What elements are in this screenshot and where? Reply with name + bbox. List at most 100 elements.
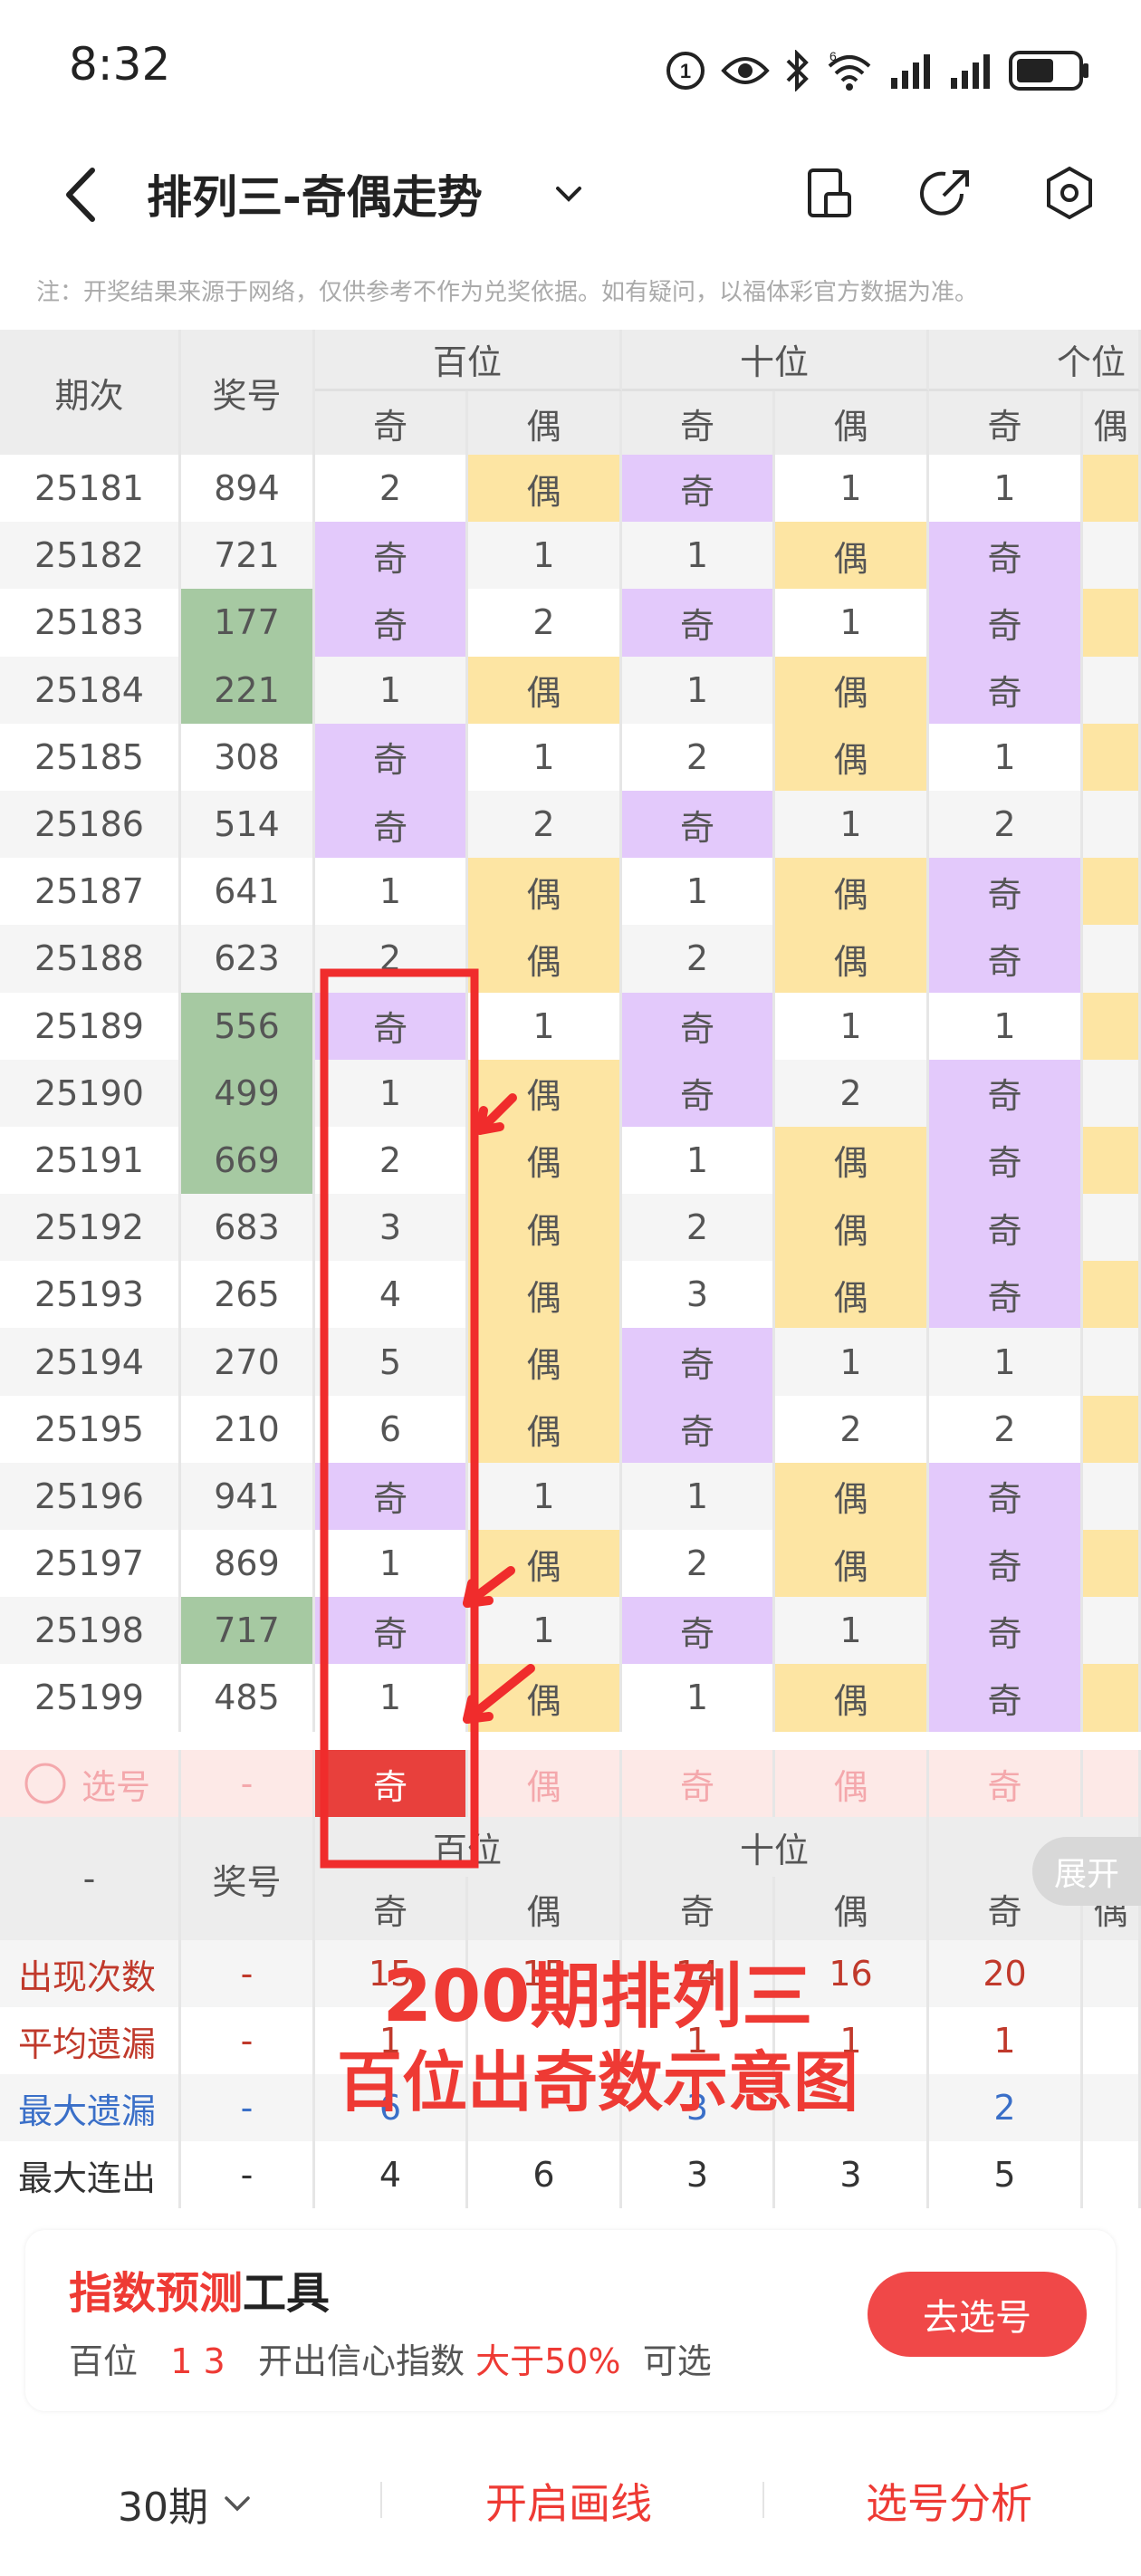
trend-cell: 奇 xyxy=(929,1261,1083,1329)
trend-cell xyxy=(1083,858,1141,926)
stats-value xyxy=(1083,2007,1141,2074)
trend-cell: 偶 xyxy=(468,1530,622,1598)
trend-cell xyxy=(1083,992,1141,1060)
chevron-down-icon xyxy=(225,2496,250,2512)
period-cell: 25185 xyxy=(0,723,181,791)
share-icon[interactable] xyxy=(916,163,976,223)
period-cell: 25183 xyxy=(0,589,181,657)
number-cell: 941 xyxy=(181,1462,315,1530)
pick-cell[interactable] xyxy=(1083,1750,1141,1817)
header-even: 偶 xyxy=(1083,391,1141,455)
number-cell: 485 xyxy=(181,1664,315,1732)
trend-cell xyxy=(1083,1328,1141,1396)
header-even: 偶 xyxy=(775,391,929,455)
trend-cell: 偶 xyxy=(775,723,929,791)
trend-cell: 1 xyxy=(468,1462,622,1530)
trend-cell: 奇 xyxy=(315,723,468,791)
tool-title: 指数预测工具 xyxy=(69,2257,330,2321)
number-cell: 669 xyxy=(181,1126,315,1195)
trend-cell: 6 xyxy=(315,1395,468,1463)
back-arrow-icon[interactable] xyxy=(56,163,107,226)
trend-cell: 1 xyxy=(622,1126,775,1195)
trend-cell: 3 xyxy=(622,1261,775,1329)
period-cell: 25184 xyxy=(0,656,181,724)
trend-cell: 奇 xyxy=(929,656,1083,724)
number-cell: 683 xyxy=(181,1194,315,1262)
chevron-down-icon[interactable] xyxy=(551,176,587,212)
pick-cell[interactable]: 奇 xyxy=(622,1750,775,1817)
trend-cell: 奇 xyxy=(929,1059,1083,1127)
trend-cell: 1 xyxy=(775,455,929,523)
pick-cell[interactable]: 偶 xyxy=(468,1750,622,1817)
trend-cell: 奇 xyxy=(929,858,1083,926)
period-cell: 25188 xyxy=(0,925,181,993)
pick-row[interactable]: 选号 - 奇偶奇偶奇 xyxy=(0,1750,1141,1817)
number-cell: 869 xyxy=(181,1530,315,1598)
tool-pos: 百位 xyxy=(69,2341,139,2381)
period-cell: 25193 xyxy=(0,1261,181,1329)
period-cell: 25192 xyxy=(0,1194,181,1262)
trend-cell: 1 xyxy=(775,790,929,859)
pick-cell[interactable]: 偶 xyxy=(775,1750,929,1817)
trend-cell: 偶 xyxy=(775,1194,929,1262)
phone-rotate-icon[interactable] xyxy=(799,163,858,223)
page-title[interactable]: 排列三-奇偶走势 xyxy=(147,161,483,226)
trend-cell: 偶 xyxy=(775,1530,929,1598)
trend-cell: 2 xyxy=(315,455,468,523)
number-cell: 221 xyxy=(181,656,315,724)
trend-cell: 偶 xyxy=(468,1194,622,1262)
period-cell: 25197 xyxy=(0,1530,181,1598)
tool-desc: 百位 1 3 开出信心指数 大于50% 可选 xyxy=(69,2333,712,2383)
number-cell: 721 xyxy=(181,522,315,590)
expand-button[interactable]: 展开 xyxy=(1032,1837,1141,1906)
trend-cell: 奇 xyxy=(622,1597,775,1665)
stats-value: 3 xyxy=(622,2141,775,2208)
header-period[interactable]: 期次 xyxy=(0,330,181,455)
trend-cell: 2 xyxy=(315,925,468,993)
radio-circle-icon[interactable] xyxy=(24,1762,67,1805)
trend-cell: 奇 xyxy=(622,992,775,1060)
trend-cell: 1 xyxy=(622,522,775,590)
trend-cell: 1 xyxy=(622,656,775,724)
trend-cell: 偶 xyxy=(468,1395,622,1463)
draw-line-button[interactable]: 开启画线 xyxy=(485,2471,652,2531)
header-odd: 奇 xyxy=(929,391,1083,455)
trend-cell xyxy=(1083,1597,1141,1665)
number-cell: 514 xyxy=(181,790,315,859)
header-group-tens: 十位 xyxy=(622,330,929,391)
trend-cell xyxy=(1083,589,1141,657)
settings-icon[interactable] xyxy=(1040,163,1099,223)
period-cell: 25194 xyxy=(0,1328,181,1396)
analysis-button[interactable]: 选号分析 xyxy=(866,2471,1032,2531)
trend-cell: 奇 xyxy=(929,589,1083,657)
pick-cell[interactable]: 奇 xyxy=(929,1750,1083,1817)
trend-cell: 偶 xyxy=(468,1261,622,1329)
trend-cell xyxy=(1083,1059,1141,1127)
go-pick-button[interactable]: 去选号 xyxy=(868,2272,1087,2357)
pick-cell[interactable]: 奇 xyxy=(315,1750,468,1817)
tool-nums: 1 3 xyxy=(170,2341,225,2381)
period-selector[interactable]: 30期 xyxy=(118,2475,254,2533)
tool-desc-text: 开出信心指数 xyxy=(257,2341,465,2381)
stats-value: 1 xyxy=(929,2007,1083,2074)
trend-cell: 2 xyxy=(775,1395,929,1463)
period-label: 30期 xyxy=(118,2485,208,2531)
trend-cell: 1 xyxy=(775,589,929,657)
svg-text:6: 6 xyxy=(829,50,837,63)
stats-number: - xyxy=(181,2141,315,2208)
trend-cell: 奇 xyxy=(929,1597,1083,1665)
number-cell: 499 xyxy=(181,1059,315,1127)
stats-label: 最大连出 xyxy=(0,2141,181,2208)
trend-cell xyxy=(1083,656,1141,724)
trend-cell: 2 xyxy=(929,1395,1083,1463)
trend-cell: 2 xyxy=(775,1059,929,1127)
pick-label[interactable]: 选号 xyxy=(0,1750,181,1817)
number-cell: 177 xyxy=(181,589,315,657)
app-header: 排列三-奇偶走势 xyxy=(0,136,1141,254)
trend-cell: 奇 xyxy=(622,589,775,657)
trend-cell: 奇 xyxy=(622,1059,775,1127)
trend-cell: 偶 xyxy=(775,1664,929,1732)
trend-cell: 奇 xyxy=(929,1664,1083,1732)
trend-cell: 1 xyxy=(775,1328,929,1396)
stats-group-tens: 十位 xyxy=(622,1817,929,1877)
